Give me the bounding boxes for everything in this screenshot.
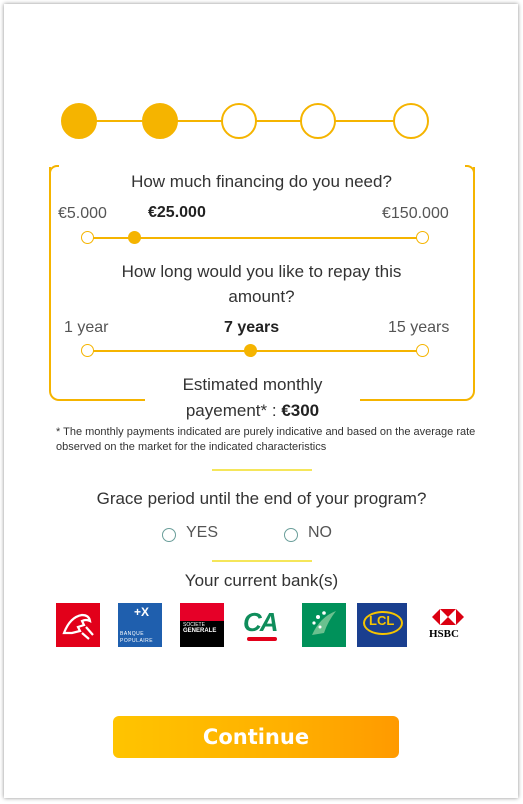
grace-question: Grace period until the end of your progr… [96, 489, 427, 508]
duration-min-label: 1 year [64, 319, 109, 336]
ca-red-stroke [247, 637, 277, 641]
bp-label-2: POPULAIRE [120, 638, 154, 644]
bank-caisse-epargne-logo[interactable] [56, 603, 100, 647]
simulator-card [49, 165, 475, 401]
grace-yes-label[interactable]: YES [186, 524, 218, 542]
ca-mark: CA [243, 607, 279, 637]
monthly-estimate: Estimated monthly payement* : €300 [145, 372, 360, 424]
financing-value: €25.000 [148, 204, 206, 221]
step-4 [300, 103, 336, 139]
step-3 [221, 103, 257, 139]
sg-red-band [180, 603, 224, 621]
separator-top [212, 469, 312, 471]
step-1 [61, 103, 97, 139]
estimate-label-line2: payement* : €300 [145, 398, 360, 424]
caisse-epargne-squirrel-icon [62, 613, 94, 640]
financing-question: How much financing do you need? [131, 172, 392, 191]
hsbc-hexagon-icon [432, 609, 464, 625]
step-5 [393, 103, 429, 139]
separator-bottom [212, 560, 312, 562]
bp-label-1: BANQUE [120, 631, 145, 637]
financing-slider-min [81, 231, 94, 244]
financing-max-label: €150.000 [382, 205, 449, 222]
financing-slider-max [416, 231, 429, 244]
grace-no-radio[interactable] [284, 528, 298, 542]
disclaimer-note: * The monthly payments indicated are pur… [56, 426, 476, 453]
bank-bnp-paribas-logo[interactable] [302, 603, 346, 647]
bank-credit-agricole-logo[interactable]: CA [241, 603, 285, 647]
duration-question-line1: How long would you like to repay this [121, 262, 402, 281]
bnp-stars-icon [312, 611, 336, 635]
grace-yes-radio[interactable] [162, 528, 176, 542]
duration-slider-max [416, 344, 429, 357]
duration-slider-min [81, 344, 94, 357]
sg-label-2: GENERALE [183, 628, 217, 634]
grace-no-label[interactable]: NO [308, 524, 332, 542]
duration-question-line2: amount? [228, 287, 295, 306]
financing-min-label: €5.000 [58, 205, 107, 222]
financing-slider-handle[interactable] [127, 231, 141, 244]
bank-logos: +X BANQUE POPULAIRE SOCIETE GENERALE CA … [0, 603, 523, 651]
continue-button[interactable]: Continue [113, 716, 399, 758]
lcl-mark: LCL [369, 613, 395, 628]
estimate-label: payement* : [185, 401, 277, 420]
bank-societe-generale-logo[interactable]: SOCIETE GENERALE [180, 603, 224, 647]
banks-title: Your current bank(s) [184, 571, 339, 590]
bp-mark: +X [134, 605, 150, 619]
hsbc-label: HSBC [429, 628, 459, 640]
progress-stepper [0, 0, 523, 160]
bank-hsbc-logo[interactable]: HSBC [426, 603, 470, 647]
duration-value: 7 years [224, 319, 280, 336]
bank-banque-populaire-logo[interactable]: +X BANQUE POPULAIRE [118, 603, 162, 647]
estimate-label-line1: Estimated monthly [182, 375, 323, 394]
duration-max-label: 15 years [388, 319, 450, 336]
step-2 [142, 103, 178, 139]
estimate-value: €300 [281, 401, 320, 420]
bank-lcl-logo[interactable]: LCL [357, 603, 407, 647]
